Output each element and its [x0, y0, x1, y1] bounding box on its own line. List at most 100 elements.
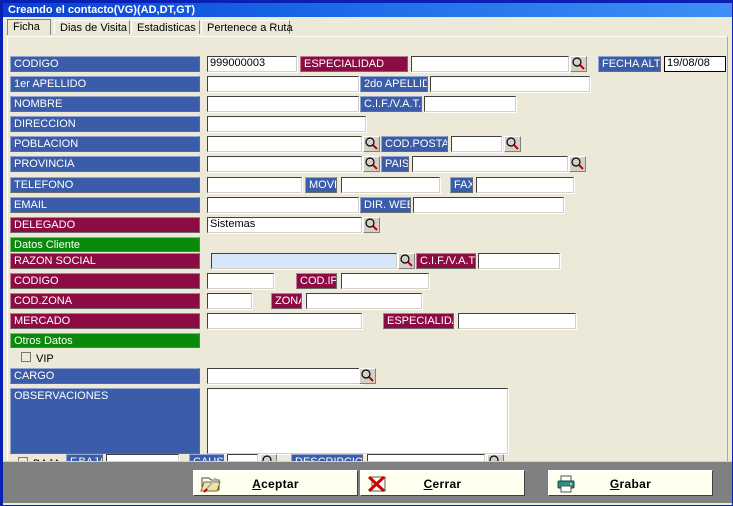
label-fax: FAX [450, 177, 473, 193]
input-provincia[interactable] [207, 156, 362, 172]
lookup-poblacion-button[interactable] [363, 136, 380, 152]
input-observaciones[interactable] [207, 388, 508, 454]
label-especialidad-cliente: ESPECIALIDAD [383, 313, 454, 329]
input-delegado[interactable]: Sistemas [207, 217, 362, 233]
label-codigo-text: CODIGO [14, 58, 59, 70]
tab-ficha[interactable]: Ficha [7, 19, 51, 35]
label-apellido2-text: 2do APELLIDO [364, 78, 427, 90]
label-cliente-cif-vat: C.I.F./V.A.T. [416, 253, 476, 269]
tab-dias-de-visita[interactable]: Dias de Visita [54, 20, 130, 34]
label-telefono-text: TELEFONO [14, 179, 74, 191]
grabar-rest: rabar [619, 477, 652, 491]
label-nombre-text: NOMBRE [14, 98, 63, 110]
checkbox-vip[interactable] [21, 352, 31, 362]
input-especialidad-cliente[interactable] [458, 313, 576, 329]
lookup-pais-button[interactable] [569, 156, 586, 172]
lookup-cod-postal-button[interactable] [504, 136, 521, 152]
input-telefono[interactable] [207, 177, 302, 193]
input-mercado[interactable] [207, 313, 362, 329]
label-especialidad-contacto-text: ESPECIALIDAD [304, 58, 385, 70]
aceptar-button-label: Aceptar [252, 477, 299, 491]
magnifier-icon [365, 157, 378, 170]
label-cliente-codigo: CODIGO [10, 273, 200, 289]
cerrar-accel: C [423, 477, 433, 491]
input-nombre[interactable] [207, 96, 359, 112]
lookup-delegado-button[interactable] [363, 217, 380, 233]
label-cliente-codigo-text: CODIGO [14, 275, 59, 287]
cerrar-rest: errar [432, 477, 462, 491]
tab-estadisticas[interactable]: Estadisticas [131, 20, 200, 34]
input-direccion[interactable] [207, 116, 366, 132]
magnifier-icon [365, 137, 378, 150]
lookup-provincia-button[interactable] [363, 156, 380, 172]
input-email[interactable] [207, 197, 359, 213]
input-cod-ipg[interactable] [341, 273, 429, 289]
grabar-accel: G [609, 477, 620, 491]
label-fecha-alta: FECHA ALTA [598, 56, 661, 72]
tab-pertenece-a-ruta[interactable]: Pertenece a Ruta [201, 20, 293, 34]
label-apellido1-text: 1er APELLIDO [14, 78, 87, 90]
input-fecha-alta[interactable]: 19/08/08 [664, 56, 726, 72]
label-provincia-text: PROVINCIA [14, 158, 75, 170]
label-codigo: CODIGO [10, 56, 200, 72]
label-email-text: EMAIL [14, 199, 48, 211]
folder-pencil-icon [200, 474, 222, 494]
label-poblacion-text: POBLACION [14, 138, 79, 150]
input-cod-zona[interactable] [207, 293, 252, 309]
cerrar-button[interactable]: Cerrar [360, 470, 525, 496]
lookup-especialidad-contacto-button[interactable] [570, 56, 587, 72]
input-cliente-codigo[interactable] [207, 273, 274, 289]
label-delegado: DELEGADO [10, 217, 200, 233]
input-apellido2[interactable] [430, 76, 590, 92]
ficha-panel: CODIGO 999000003 ESPECIALIDAD FECHA ALTA… [7, 36, 728, 485]
section-header-datos-cliente: Datos Cliente [10, 237, 200, 252]
label-delegado-text: DELEGADO [14, 219, 76, 231]
tab-estadisticas-label: Estadisticas [137, 22, 196, 34]
input-dir-web[interactable] [413, 197, 564, 213]
input-apellido1[interactable] [207, 76, 359, 92]
label-cod-ipg: COD.IPG [296, 273, 337, 289]
input-cif-vat[interactable] [424, 96, 516, 112]
cerrar-button-label: Cerrar [424, 477, 462, 491]
grabar-button-label: Grabar [610, 477, 651, 491]
label-zona-text: ZONA [275, 295, 301, 307]
label-apellido2: 2do APELLIDO [360, 76, 428, 92]
label-movil: MOVIL [305, 177, 337, 193]
input-especialidad-contacto[interactable] [411, 56, 569, 72]
magnifier-icon [361, 369, 374, 382]
input-codigo[interactable]: 999000003 [207, 56, 297, 72]
input-zona[interactable] [306, 293, 422, 309]
input-pais[interactable] [412, 156, 568, 172]
label-cod-zona: COD.ZONA [10, 293, 200, 309]
label-cif-vat: C.I.F./V.A.T. [360, 96, 422, 112]
section-header-otros-datos: Otros Datos [10, 333, 200, 348]
section-header-datos-cliente-text: Datos Cliente [14, 239, 81, 251]
lookup-razon-social-button[interactable] [398, 253, 415, 269]
input-cod-postal[interactable] [451, 136, 502, 152]
input-razon-social[interactable] [211, 253, 397, 269]
lookup-cargo-button[interactable] [359, 368, 376, 384]
input-cargo[interactable] [207, 368, 362, 384]
label-cif-vat-text: C.I.F./V.A.T. [364, 98, 422, 110]
label-dir-web-text: DIR. WEB [364, 199, 411, 211]
red-x-icon [367, 474, 389, 494]
label-email: EMAIL [10, 197, 200, 213]
magnifier-icon [572, 57, 585, 70]
label-dir-web: DIR. WEB [360, 197, 411, 213]
label-pais: PAIS [381, 156, 409, 172]
label-observaciones-text: OBSERVACIONES [14, 390, 109, 402]
label-cargo: CARGO [10, 368, 200, 384]
input-poblacion[interactable] [207, 136, 362, 152]
input-fax[interactable] [476, 177, 574, 193]
aceptar-button[interactable]: Aceptar [193, 470, 358, 496]
label-cod-zona-text: COD.ZONA [14, 295, 73, 307]
input-movil[interactable] [341, 177, 440, 193]
tab-dias-de-visita-label: Dias de Visita [60, 22, 128, 34]
label-cod-postal-text: COD.POSTAL [385, 138, 447, 150]
window-title: Creando el contacto(VG)(AD,DT,GT) [8, 4, 196, 16]
label-razon-social-text: RAZON SOCIAL [14, 255, 96, 267]
label-razon-social: RAZON SOCIAL [10, 253, 200, 269]
dialog-button-bar: Aceptar Cerrar Grabar [3, 461, 732, 503]
input-cliente-cif-vat[interactable] [478, 253, 560, 269]
grabar-button[interactable]: Grabar [548, 470, 713, 496]
